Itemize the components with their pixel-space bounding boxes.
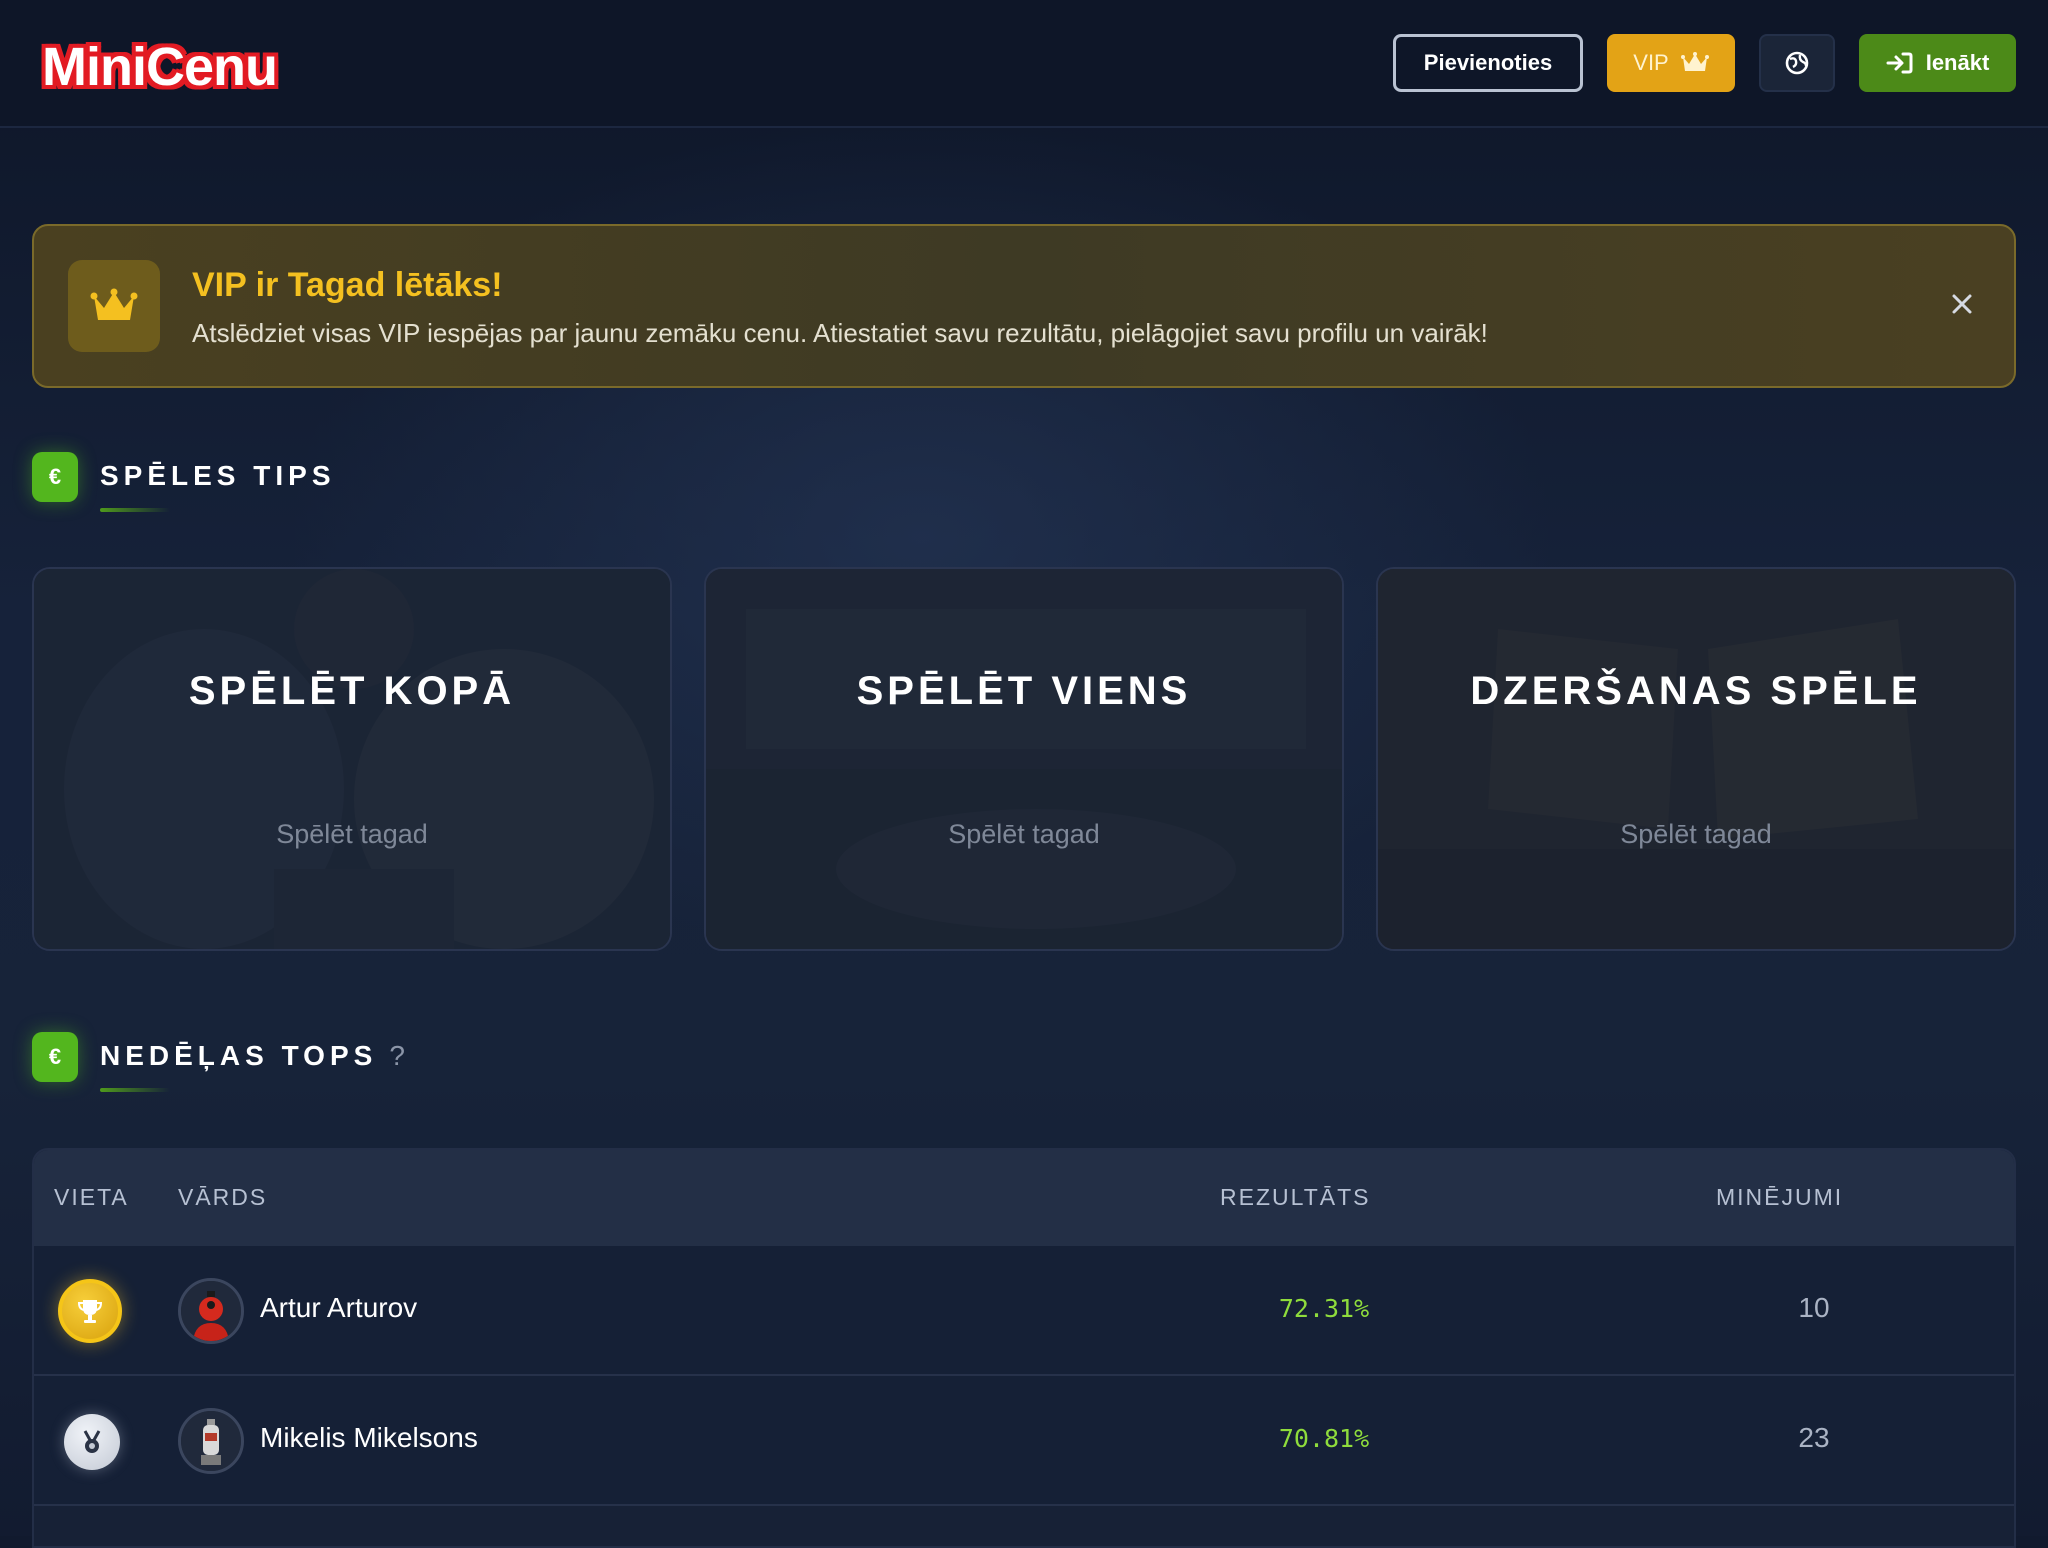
sign-in-icon bbox=[1886, 51, 1914, 75]
table-row[interactable]: Mikelis Mikelsons 70.81% 23 bbox=[34, 1376, 2014, 1506]
login-button[interactable]: Ienākt bbox=[1859, 34, 2016, 92]
section-title: NEDĒĻAS TOPS? bbox=[100, 1040, 405, 1072]
section-title-text: NEDĒĻAS TOPS bbox=[100, 1040, 378, 1071]
game-types-heading: € SPĒLES TIPS bbox=[32, 452, 432, 512]
player-name: Artur Arturov bbox=[260, 1292, 418, 1323]
play-together-card[interactable]: SPĒLĒT KOPĀ Spēlēt tagad bbox=[32, 567, 672, 951]
drinking-game-card[interactable]: DZERŠANAS SPĒLE Spēlēt tagad bbox=[1376, 567, 2016, 951]
banner-text: Atslēdziet visas VIP iespējas par jaunu … bbox=[192, 318, 1488, 348]
top-header: MiniCenu Pievienoties VIP Ienākt bbox=[0, 0, 2048, 128]
card-subtitle: Spēlēt tagad bbox=[948, 819, 1100, 849]
vip-promo-banner: VIP ir Tagad lētāks! Atslēdziet visas VI… bbox=[32, 224, 2016, 388]
card-subtitle: Spēlēt tagad bbox=[1620, 819, 1772, 849]
weekly-top-heading: € NEDĒĻAS TOPS? bbox=[32, 1032, 532, 1092]
join-button[interactable]: Pievienoties bbox=[1393, 34, 1583, 92]
player-guesses: 10 bbox=[1798, 1292, 1830, 1323]
column-header-place: VIETA bbox=[54, 1184, 129, 1210]
silver-medal-icon bbox=[64, 1414, 120, 1470]
language-button[interactable] bbox=[1759, 34, 1835, 92]
player-score: 72.31% bbox=[1278, 1294, 1370, 1323]
help-icon[interactable]: ? bbox=[389, 1040, 405, 1071]
avatar[interactable] bbox=[178, 1408, 244, 1474]
card-title: SPĒLĒT KOPĀ bbox=[188, 669, 516, 713]
player-name: Mikelis Mikelsons bbox=[260, 1422, 478, 1453]
section-title: SPĒLES TIPS bbox=[100, 460, 336, 491]
table-row[interactable]: Artur Arturov 72.31% 10 bbox=[34, 1246, 2014, 1376]
card-title: SPĒLĒT VIENS bbox=[856, 669, 1192, 713]
card-subtitle: Spēlēt tagad bbox=[276, 819, 428, 849]
crown-icon bbox=[1680, 51, 1709, 75]
section-underline bbox=[100, 508, 170, 512]
close-icon[interactable] bbox=[1942, 284, 1982, 324]
login-button-label: Ienākt bbox=[1925, 50, 1990, 75]
vip-button[interactable]: VIP bbox=[1607, 34, 1735, 92]
globe-icon bbox=[1784, 50, 1810, 76]
gold-trophy-icon bbox=[58, 1279, 122, 1343]
euro-icon: € bbox=[32, 452, 78, 502]
play-solo-card[interactable]: SPĒLĒT VIENS Spēlēt tagad bbox=[704, 567, 1344, 951]
table-header: VIETA VĀRDS REZULTĀTS MINĒJUMI bbox=[34, 1150, 2014, 1246]
player-score: 70.81% bbox=[1278, 1424, 1370, 1453]
join-button-label: Pievienoties bbox=[1423, 50, 1553, 75]
site-logo[interactable]: MiniCenu bbox=[42, 36, 278, 98]
column-header-score: REZULTĀTS bbox=[1220, 1184, 1371, 1210]
avatar[interactable] bbox=[178, 1278, 244, 1344]
crown-icon bbox=[68, 260, 160, 352]
player-guesses: 23 bbox=[1798, 1422, 1830, 1453]
section-underline bbox=[100, 1088, 170, 1092]
vip-button-label: VIP bbox=[1633, 50, 1669, 75]
leaderboard-table: VIETA VĀRDS REZULTĀTS MINĒJUMI Artur Art… bbox=[32, 1148, 2016, 1548]
euro-icon: € bbox=[32, 1032, 78, 1082]
card-title: DZERŠANAS SPĒLE bbox=[1470, 669, 1922, 713]
column-header-name: VĀRDS bbox=[178, 1184, 268, 1210]
banner-title: VIP ir Tagad lētāks! bbox=[192, 266, 503, 304]
column-header-guesses: MINĒJUMI bbox=[1716, 1184, 1844, 1210]
